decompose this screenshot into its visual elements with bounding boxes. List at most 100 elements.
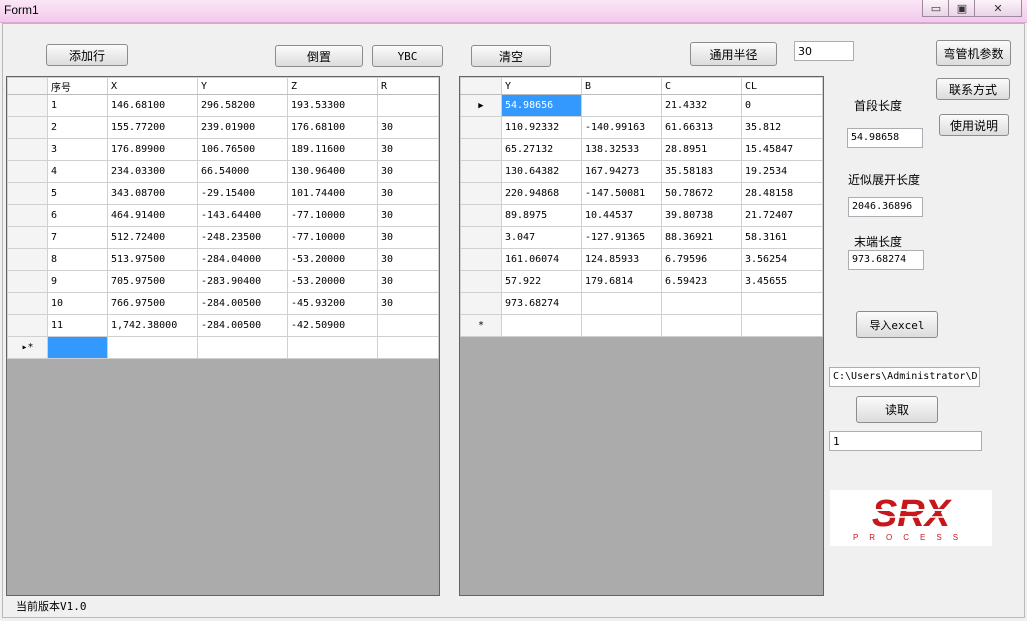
table-row[interactable]: 10 766.97500 -284.00500 -45.93200 30 xyxy=(7,292,439,315)
table-row[interactable]: 161.06074 124.85933 6.79596 3.56254 xyxy=(460,248,823,271)
column-header[interactable]: 序号 xyxy=(47,77,108,95)
add-row-button[interactable]: 添加行 xyxy=(46,44,128,66)
table-cell[interactable]: 155.77200 xyxy=(107,116,198,139)
row-header[interactable] xyxy=(7,248,48,271)
table-row[interactable]: 6 464.91400 -143.64400 -77.10000 30 xyxy=(7,204,439,227)
table-cell[interactable]: 8 xyxy=(47,248,108,271)
table-cell[interactable]: 58.3161 xyxy=(741,226,823,249)
table-cell[interactable]: 54.98656 xyxy=(501,94,582,117)
table-cell[interactable]: 30 xyxy=(377,182,439,205)
table-cell[interactable]: -248.23500 xyxy=(197,226,288,249)
row-header[interactable] xyxy=(7,292,48,315)
bender-params-button[interactable]: 弯管机参数 xyxy=(936,40,1011,66)
table-cell[interactable]: -140.99163 xyxy=(581,116,662,139)
column-header[interactable]: B xyxy=(581,77,662,95)
row-header[interactable] xyxy=(460,182,502,205)
table-cell[interactable]: 5 xyxy=(47,182,108,205)
row-header[interactable] xyxy=(7,226,48,249)
table-cell[interactable]: 6.59423 xyxy=(661,270,742,293)
table-row[interactable]: 4 234.03300 66.54000 130.96400 30 xyxy=(7,160,439,183)
table-cell[interactable]: 110.92332 xyxy=(501,116,582,139)
row-header[interactable] xyxy=(7,314,48,337)
table-cell[interactable]: 57.922 xyxy=(501,270,582,293)
table-row[interactable]: 65.27132 138.32533 28.8951 15.45847 xyxy=(460,138,823,161)
row-header[interactable] xyxy=(460,292,502,315)
table-cell[interactable]: 296.58200 xyxy=(197,94,288,117)
table-cell[interactable]: 189.11600 xyxy=(287,138,378,161)
table-row[interactable]: 130.64382 167.94273 35.58183 19.2534 xyxy=(460,160,823,183)
table-cell[interactable]: 3.56254 xyxy=(741,248,823,271)
result-grid[interactable]: Y B C CL ▶ 54.98656 21.4332 0 110.92332 -140.991… xyxy=(459,76,824,596)
table-cell[interactable]: 35.812 xyxy=(741,116,823,139)
table-cell[interactable]: 30 xyxy=(377,116,439,139)
read-value-field[interactable]: 1 xyxy=(829,431,982,451)
row-header[interactable] xyxy=(460,160,502,183)
column-header[interactable]: CL xyxy=(741,77,823,95)
table-cell[interactable]: 766.97500 xyxy=(107,292,198,315)
radius-input[interactable]: 30 xyxy=(794,41,854,61)
table-cell[interactable]: 193.53300 xyxy=(287,94,378,117)
row-header[interactable] xyxy=(7,160,48,183)
table-cell[interactable]: -42.50900 xyxy=(287,314,378,337)
contact-button[interactable]: 联系方式 xyxy=(936,78,1010,100)
row-header[interactable] xyxy=(460,248,502,271)
table-cell[interactable]: 0 xyxy=(741,94,823,117)
table-cell[interactable]: 130.96400 xyxy=(287,160,378,183)
table-row[interactable]: 1 146.68100 296.58200 193.53300 xyxy=(7,94,439,117)
table-cell[interactable]: 101.74400 xyxy=(287,182,378,205)
table-cell[interactable]: 65.27132 xyxy=(501,138,582,161)
table-cell[interactable]: -29.15400 xyxy=(197,182,288,205)
new-row-cell[interactable] xyxy=(287,336,378,359)
table-cell[interactable]: -53.20000 xyxy=(287,270,378,293)
clear-button[interactable]: 清空 xyxy=(471,45,551,67)
import-excel-button[interactable]: 导入excel xyxy=(856,311,938,338)
table-cell[interactable]: 512.72400 xyxy=(107,226,198,249)
table-cell[interactable]: -284.00500 xyxy=(197,314,288,337)
table-cell[interactable]: 88.36921 xyxy=(661,226,742,249)
new-row-marker[interactable]: * xyxy=(460,314,502,337)
table-cell[interactable]: 21.72407 xyxy=(741,204,823,227)
close-button[interactable]: ✕ xyxy=(974,0,1022,17)
table-cell[interactable]: 176.68100 xyxy=(287,116,378,139)
row-header[interactable] xyxy=(460,116,502,139)
table-cell[interactable]: 30 xyxy=(377,226,439,249)
column-header[interactable]: C xyxy=(661,77,742,95)
table-cell[interactable]: 176.89900 xyxy=(107,138,198,161)
table-cell[interactable]: 30 xyxy=(377,248,439,271)
table-cell[interactable]: 19.2534 xyxy=(741,160,823,183)
table-cell[interactable]: 3.047 xyxy=(501,226,582,249)
table-row[interactable]: 3 176.89900 106.76500 189.11600 30 xyxy=(7,138,439,161)
table-cell[interactable]: 2 xyxy=(47,116,108,139)
end-length-field[interactable]: 973.68274 xyxy=(848,250,924,270)
table-cell[interactable]: 35.58183 xyxy=(661,160,742,183)
table-cell[interactable]: 30 xyxy=(377,160,439,183)
ybc-button[interactable]: YBC xyxy=(372,45,443,67)
table-row[interactable]: 57.922 179.6814 6.59423 3.45655 xyxy=(460,270,823,293)
table-cell[interactable]: 7 xyxy=(47,226,108,249)
new-row-cell[interactable] xyxy=(501,314,582,337)
table-cell[interactable]: 464.91400 xyxy=(107,204,198,227)
table-row[interactable]: 11 1,742.38000 -284.00500 -42.50900 xyxy=(7,314,439,337)
table-cell[interactable]: 89.8975 xyxy=(501,204,582,227)
new-row[interactable]: * xyxy=(460,314,823,337)
table-row[interactable]: 110.92332 -140.99163 61.66313 35.812 xyxy=(460,116,823,139)
file-path-field[interactable]: C:\Users\Administrator\D xyxy=(829,367,980,387)
table-row[interactable]: 9 705.97500 -283.90400 -53.20000 30 xyxy=(7,270,439,293)
table-cell[interactable]: 30 xyxy=(377,204,439,227)
new-row-cell[interactable] xyxy=(107,336,198,359)
table-cell[interactable]: 167.94273 xyxy=(581,160,662,183)
table-cell[interactable]: 705.97500 xyxy=(107,270,198,293)
table-row[interactable]: 2 155.77200 239.01900 176.68100 30 xyxy=(7,116,439,139)
row-header[interactable] xyxy=(7,94,48,117)
table-cell[interactable]: 124.85933 xyxy=(581,248,662,271)
table-cell[interactable]: 39.80738 xyxy=(661,204,742,227)
table-row[interactable]: 220.94868 -147.50081 50.78672 28.48158 xyxy=(460,182,823,205)
table-cell[interactable]: 30 xyxy=(377,292,439,315)
table-cell[interactable]: -284.04000 xyxy=(197,248,288,271)
table-cell[interactable]: 973.68274 xyxy=(501,292,582,315)
table-cell[interactable]: 3 xyxy=(47,138,108,161)
column-header[interactable]: X xyxy=(107,77,198,95)
table-cell[interactable]: 10 xyxy=(47,292,108,315)
row-header[interactable] xyxy=(7,270,48,293)
table-cell[interactable]: 30 xyxy=(377,270,439,293)
